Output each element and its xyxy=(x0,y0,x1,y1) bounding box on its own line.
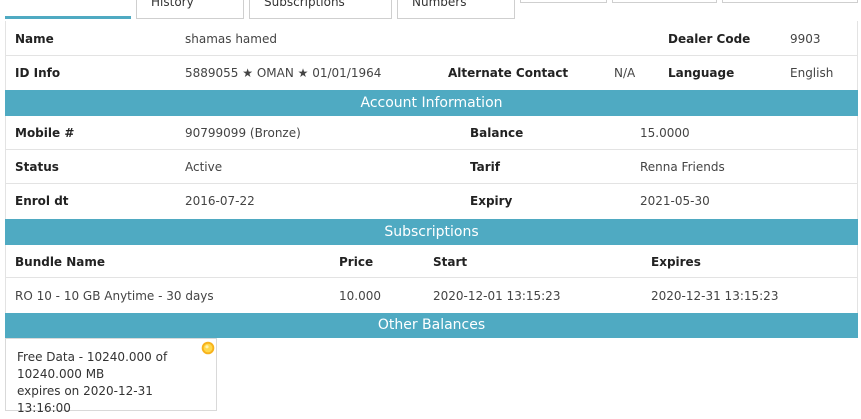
name-label: Name xyxy=(15,32,54,46)
subscriptions-header: Subscriptions xyxy=(5,219,858,245)
expiry-value: 2021-05-30 xyxy=(640,194,710,208)
tarif-label: Tarif xyxy=(470,160,500,174)
enrol-label: Enrol dt xyxy=(15,194,69,208)
tab-extra-3[interactable] xyxy=(722,0,858,3)
column-header-price: Price xyxy=(339,255,374,269)
account-row-status: Status Active Tarif Renna Friends xyxy=(5,150,858,184)
column-header-bundle: Bundle Name xyxy=(15,255,106,269)
account-row-mobile: Mobile # 90799099 (Bronze) Balance 15.00… xyxy=(5,116,858,150)
table-header-row: Bundle Name Price Start Expires xyxy=(5,245,858,278)
sun-icon xyxy=(201,341,215,355)
other-balances-header: Other Balances xyxy=(5,313,858,338)
column-header-start: Start xyxy=(433,255,468,269)
tab-extra-2[interactable] xyxy=(612,0,717,3)
bundle-expires: 2020-12-31 13:15:23 xyxy=(651,289,779,303)
balance-line-1: Free Data - 10240.000 of xyxy=(17,350,168,364)
account-information-header: Account Information xyxy=(5,90,858,116)
name-value: shamas hamed xyxy=(185,32,277,46)
balance-card-text: Free Data - 10240.000 of 10240.000 MB ex… xyxy=(17,349,197,417)
mobile-value: 90799099 (Bronze) xyxy=(185,126,301,140)
language-label: Language xyxy=(668,66,735,80)
tarif-value: Renna Friends xyxy=(640,160,725,174)
language-value: English xyxy=(790,66,834,80)
status-label: Status xyxy=(15,160,59,174)
bundle-price: 10.000 xyxy=(339,289,381,303)
tab-active[interactable] xyxy=(5,0,131,19)
id-info-label: ID Info xyxy=(15,66,61,80)
expiry-label: Expiry xyxy=(470,194,513,208)
table-row[interactable]: RO 10 - 10 GB Anytime - 30 days 10.000 2… xyxy=(5,278,858,312)
balance-line-3: expires on 2020-12-31 13:16:00 xyxy=(17,384,153,415)
column-header-expires: Expires xyxy=(651,255,701,269)
alternate-contact-label: Alternate Contact xyxy=(448,66,569,80)
status-value: Active xyxy=(185,160,223,174)
dealer-code-value: 9903 xyxy=(790,32,821,46)
tab-subscriptions[interactable]: Subscriptions xyxy=(249,0,392,19)
balance-card[interactable]: Free Data - 10240.000 of 10240.000 MB ex… xyxy=(5,338,217,415)
info-row-name: Name shamas hamed Dealer Code 9903 xyxy=(5,22,858,56)
info-row-id: ID Info 5889055 ★ OMAN ★ 01/01/1964 Alte… xyxy=(5,56,858,90)
tab-bar: History Subscriptions Numbers xyxy=(0,0,861,20)
mobile-label: Mobile # xyxy=(15,126,75,140)
enrol-value: 2016-07-22 xyxy=(185,194,255,208)
account-row-enrol: Enrol dt 2016-07-22 Expiry 2021-05-30 xyxy=(5,184,858,218)
bundle-name: RO 10 - 10 GB Anytime - 30 days xyxy=(15,289,214,303)
tab-extra-1[interactable] xyxy=(520,0,607,3)
balance-value: 15.0000 xyxy=(640,126,690,140)
balance-label: Balance xyxy=(470,126,524,140)
alternate-contact-value: N/A xyxy=(614,66,636,80)
id-info-value: 5889055 ★ OMAN ★ 01/01/1964 xyxy=(185,66,382,80)
bundle-start: 2020-12-01 13:15:23 xyxy=(433,289,561,303)
tab-history[interactable]: History xyxy=(136,0,244,19)
balance-line-2: 10240.000 MB xyxy=(17,367,105,381)
tab-numbers[interactable]: Numbers xyxy=(397,0,515,19)
dealer-code-label: Dealer Code xyxy=(668,32,751,46)
